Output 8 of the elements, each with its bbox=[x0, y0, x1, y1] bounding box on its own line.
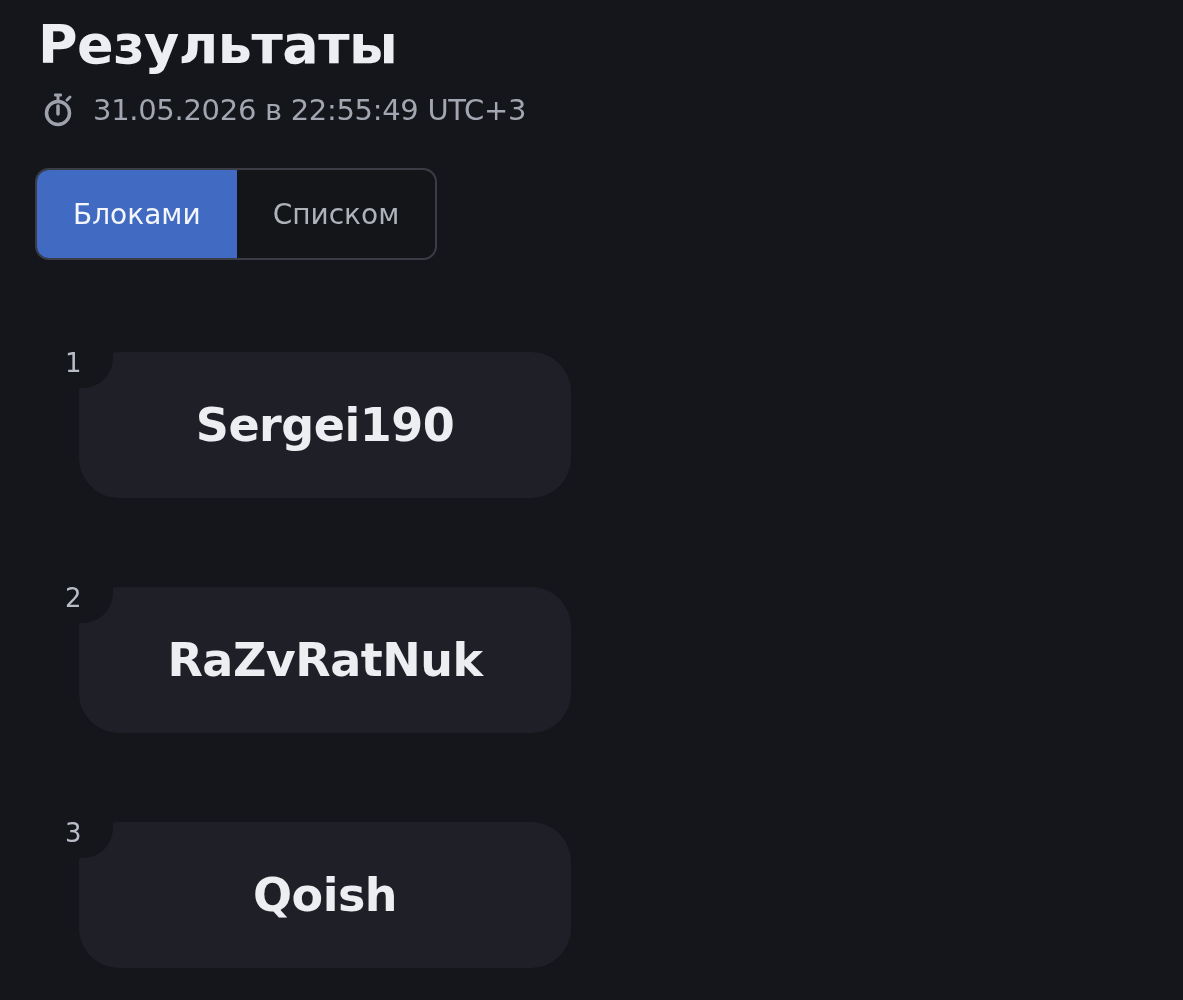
player-name: Sergei190 bbox=[195, 398, 455, 452]
stopwatch-icon bbox=[43, 93, 73, 127]
player-name: RaZvRatNuk bbox=[167, 633, 483, 687]
player-name: Qoish bbox=[252, 868, 398, 922]
page-title: Результаты bbox=[38, 12, 398, 78]
view-tab[interactable]: Блоками bbox=[37, 170, 237, 258]
view-tab[interactable]: Списком bbox=[236, 170, 436, 258]
timestamp-text: 31.05.2026 в 22:55:49 UTC+3 bbox=[93, 92, 527, 129]
